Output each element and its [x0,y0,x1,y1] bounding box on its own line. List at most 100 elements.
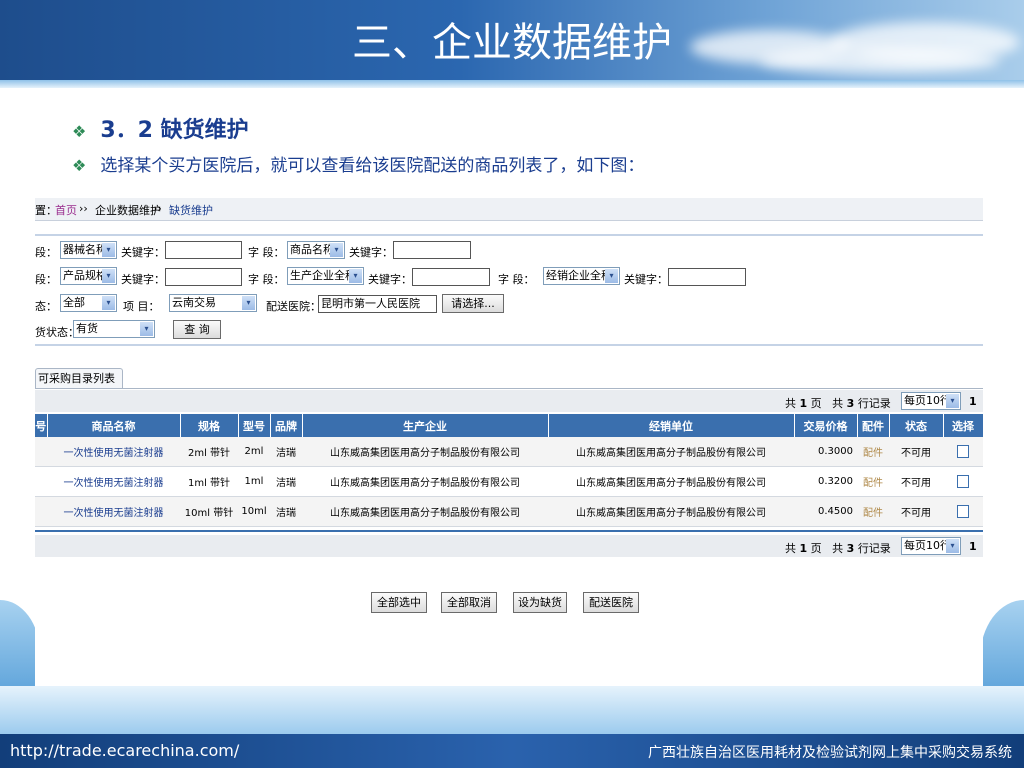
hospital-input[interactable]: 昆明市第一人民医院 [318,295,437,313]
dealer-cell: 山东威高集团医用高分子制品股份有限公司 [548,496,794,527]
keyword-label: 关键字： [349,246,393,259]
breadcrumb: 置： 首页 ›› 企业数据维护 ›› 缺货维护 [35,198,983,221]
record-count: 3 [846,542,855,555]
dealer-cell: 山东威高集团医用高分子制品股份有限公司 [548,466,794,497]
table-bottom-divider [35,530,983,532]
keyword-input-2[interactable] [393,241,471,259]
select-value: 每页10行 [904,394,951,407]
page-count: 1 [799,542,808,555]
field-select-2[interactable]: 商品名称 ▾ [287,241,345,259]
select-all-button[interactable]: 全部选中 [371,592,427,613]
field-select-1[interactable]: 器械名称 ▾ [60,241,117,259]
field-label: 字 段： [248,246,285,259]
keyword-input-4[interactable] [412,268,490,286]
breadcrumb-section[interactable]: 企业数据维护 [95,202,161,218]
pager-bottom: 共 1 页 共 3 行记录 每页10行 ▾ 1 [35,535,983,557]
pager-info: 共 1 页 共 3 行记录 [785,540,891,556]
select-value: 全部 [63,296,85,309]
pager-text: 页 [810,397,822,410]
keyword-input-3[interactable] [165,268,242,286]
row-checkbox[interactable] [957,475,969,488]
field-label: 项 目： [123,300,160,313]
dealer-cell: 山东威高集团医用高分子制品股份有限公司 [548,437,794,467]
model-cell: 2ml [238,437,270,467]
tab-purchasable-catalog[interactable]: 可采购目录列表 [35,368,123,389]
manufacturer-cell: 山东威高集团医用高分子制品股份有限公司 [302,437,548,467]
project-select[interactable]: 云南交易 ▾ [169,294,257,312]
footer-url-link[interactable]: http://trade.ecarechina.com/ [10,741,239,760]
keyword-input-1[interactable] [165,241,242,259]
pager-text: 共 [785,542,796,555]
attachment-link[interactable]: 配件 [857,466,889,497]
chevron-down-icon: ▾ [946,539,959,553]
app-screenshot: 置： 首页 ›› 企业数据维护 ›› 缺货维护 段： 器械名称 ▾ 关键字： 字 … [35,196,983,686]
page-count: 1 [799,397,808,410]
field-select-3[interactable]: 产品规格 ▾ [60,267,117,285]
bullet-icon: ❖ [72,156,87,175]
model-cell: 10ml [238,496,270,527]
column-header: 品牌 [270,414,303,437]
price-cell: 0.4500 [794,496,857,527]
choose-hospital-button[interactable]: 请选择... [442,294,504,313]
column-header: 状态 [889,414,944,437]
breadcrumb-prefix: 置： [35,204,57,217]
per-page-select[interactable]: 每页10行 ▾ [901,392,961,410]
current-page[interactable]: 1 [969,395,977,408]
field-select-4[interactable]: 生产企业全称 ▾ [287,267,364,285]
column-header: 规格 [180,414,239,437]
current-page[interactable]: 1 [969,540,977,553]
field-label: 态： [35,300,57,313]
brand-cell: 洁瑞 [270,466,302,497]
chevron-down-icon: ▾ [102,269,115,283]
row-number [35,496,47,527]
status-cell: 不可用 [889,466,943,497]
slide-header: 三、企业数据维护 [0,0,1024,80]
delivery-hospital-button[interactable]: 配送医院 [583,592,639,613]
attachment-link[interactable]: 配件 [857,437,889,467]
select-value: 云南交易 [172,296,216,309]
price-cell: 0.3200 [794,466,857,497]
spec-cell: 2ml 带针 [180,437,238,467]
filter-divider [35,344,983,346]
keyword-label: 关键字： [121,246,165,259]
chevron-down-icon: ▾ [102,243,115,257]
bullet-icon: ❖ [72,122,87,141]
stock-status-select[interactable]: 有货 ▾ [73,320,155,338]
select-value: 商品名称 [290,243,334,256]
row-checkbox[interactable] [957,505,969,518]
chevron-down-icon: ▾ [102,296,115,310]
breadcrumb-separator: ›› [79,202,88,215]
pager-text: 行记录 [857,542,891,555]
attachment-link[interactable]: 配件 [857,496,889,527]
query-button[interactable]: 查 询 [173,320,221,339]
table-row: 一次性使用无菌注射器 10ml 带针 10ml 洁瑞 山东威高集团医用高分子制品股份有限… [35,496,983,527]
keyword-label: 关键字： [368,273,412,286]
product-name-link[interactable]: 一次性使用无菌注射器 [47,437,180,467]
select-value: 每页10行 [904,539,951,552]
field-label: 段： [35,273,57,286]
per-page-select[interactable]: 每页10行 ▾ [901,537,961,555]
select-cell [943,437,983,467]
breadcrumb-separator: ›› [153,202,162,215]
field-select-5[interactable]: 经销企业全称 ▾ [543,267,620,285]
select-value: 器械名称 [63,243,107,256]
select-cell [943,496,983,527]
product-name-link[interactable]: 一次性使用无菌注射器 [47,496,180,527]
status-select[interactable]: 全部 ▾ [60,294,117,312]
tab-divider [35,388,983,389]
status-cell: 不可用 [889,496,943,527]
product-name-link[interactable]: 一次性使用无菌注射器 [47,466,180,497]
breadcrumb-home-link[interactable]: 首页 [55,202,77,218]
pager-top: 共 1 页 共 3 行记录 每页10行 ▾ 1 [35,390,983,412]
chevron-down-icon: ▾ [946,394,959,408]
pager-text: 共 [832,542,844,555]
field-label: 字 段： [248,273,285,286]
cancel-all-button[interactable]: 全部取消 [441,592,497,613]
row-checkbox[interactable] [957,445,969,458]
set-out-of-stock-button[interactable]: 设为缺货 [513,592,567,613]
brand-cell: 洁瑞 [270,496,302,527]
manufacturer-cell: 山东威高集团医用高分子制品股份有限公司 [302,496,548,527]
chevron-down-icon: ▾ [330,243,343,257]
pager-text: 共 [785,397,796,410]
keyword-input-5[interactable] [668,268,746,286]
